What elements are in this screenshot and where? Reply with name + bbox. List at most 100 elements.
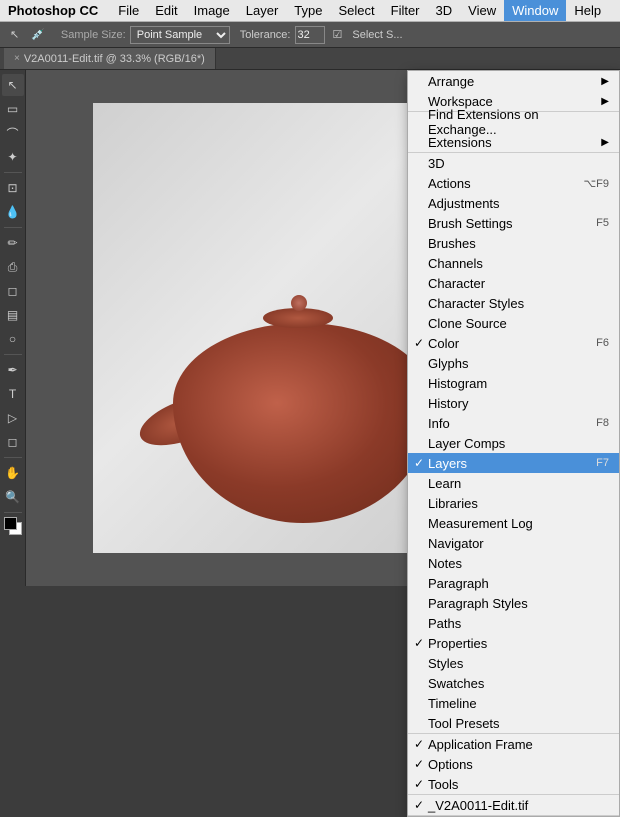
menu-item-libraries[interactable]: Libraries xyxy=(408,493,619,513)
menu-item-layer-comps[interactable]: Layer Comps xyxy=(408,433,619,453)
menu-item-tools[interactable]: ✓ Tools xyxy=(408,774,619,794)
tool-gradient[interactable]: ▤ xyxy=(2,304,24,326)
menu-section-5: ✓ _V2A0011-Edit.tif xyxy=(408,795,619,816)
toolbar-eyedropper[interactable]: 💉 xyxy=(27,26,49,43)
measurement-log-label: Measurement Log xyxy=(428,516,533,531)
menu-filter[interactable]: Filter xyxy=(383,0,428,21)
menu-item-brush-settings[interactable]: Brush Settings F5 xyxy=(408,213,619,233)
tool-shape[interactable]: ◻ xyxy=(2,431,24,453)
glyphs-label: Glyphs xyxy=(428,356,468,371)
document-tab[interactable]: × V2A0011-Edit.tif @ 33.3% (RGB/16*) xyxy=(4,48,216,69)
menu-view[interactable]: View xyxy=(460,0,504,21)
paragraph-label: Paragraph xyxy=(428,576,489,591)
active-file-check-icon: ✓ xyxy=(414,798,424,812)
workspace-arrow-icon: ▶ xyxy=(601,96,609,107)
tool-divider-1 xyxy=(4,172,22,173)
menu-item-clone-source[interactable]: Clone Source xyxy=(408,313,619,333)
navigator-label: Navigator xyxy=(428,536,484,551)
menu-item-actions[interactable]: Actions ⌥F9 xyxy=(408,173,619,193)
tool-type[interactable]: T xyxy=(2,383,24,405)
menu-item-styles[interactable]: Styles xyxy=(408,653,619,673)
anti-alias-checkbox[interactable]: ☑ xyxy=(333,28,343,41)
tools-check-icon: ✓ xyxy=(414,777,424,791)
tool-selection[interactable]: ▭ xyxy=(2,98,24,120)
menu-item-active-file[interactable]: ✓ _V2A0011-Edit.tif xyxy=(408,795,619,815)
menu-item-character[interactable]: Character xyxy=(408,273,619,293)
menu-item-navigator[interactable]: Navigator xyxy=(408,533,619,553)
menu-item-tool-presets[interactable]: Tool Presets xyxy=(408,713,619,733)
history-label: History xyxy=(428,396,468,411)
tool-magic-wand[interactable]: ✦ xyxy=(2,146,24,168)
menu-section-4: ✓ Application Frame ✓ Options ✓ Tools xyxy=(408,734,619,795)
foreground-color-swatch[interactable] xyxy=(4,517,17,530)
tool-lasso[interactable]: ⌒ xyxy=(2,122,24,144)
tool-clone[interactable]: ⎙ xyxy=(2,256,24,278)
menu-item-histogram[interactable]: Histogram xyxy=(408,373,619,393)
menu-item-paths[interactable]: Paths xyxy=(408,613,619,633)
menu-item-glyphs[interactable]: Glyphs xyxy=(408,353,619,373)
menu-item-options[interactable]: ✓ Options xyxy=(408,754,619,774)
menu-layer[interactable]: Layer xyxy=(238,0,287,21)
extensions-label: Extensions xyxy=(428,135,492,150)
menu-item-measurement-log[interactable]: Measurement Log xyxy=(408,513,619,533)
tool-dodge[interactable]: ○ xyxy=(2,328,24,350)
properties-label: Properties xyxy=(428,636,487,651)
teapot-knob xyxy=(291,295,307,311)
menu-file[interactable]: File xyxy=(110,0,147,21)
menu-item-learn[interactable]: Learn xyxy=(408,473,619,493)
menu-item-paragraph-styles[interactable]: Paragraph Styles xyxy=(408,593,619,613)
menu-help[interactable]: Help xyxy=(566,0,609,21)
tool-crop[interactable]: ⊡ xyxy=(2,177,24,199)
menu-image[interactable]: Image xyxy=(186,0,238,21)
menu-3d[interactable]: 3D xyxy=(428,0,461,21)
histogram-label: Histogram xyxy=(428,376,487,391)
toolbar-move-tool[interactable]: ↖ xyxy=(6,26,23,43)
menu-item-character-styles[interactable]: Character Styles xyxy=(408,293,619,313)
tool-eyedropper[interactable]: 💧 xyxy=(2,201,24,223)
teapot-body xyxy=(173,323,433,523)
color-check-icon: ✓ xyxy=(414,336,424,350)
menu-select[interactable]: Select xyxy=(330,0,382,21)
color-shortcut: F6 xyxy=(596,337,609,349)
menu-item-properties[interactable]: ✓ Properties xyxy=(408,633,619,653)
menu-item-layers[interactable]: ✓ Layers F7 xyxy=(408,453,619,473)
menu-item-info[interactable]: Info F8 xyxy=(408,413,619,433)
tool-eraser[interactable]: ◻ xyxy=(2,280,24,302)
menu-item-adjustments[interactable]: Adjustments xyxy=(408,193,619,213)
menu-item-color[interactable]: ✓ Color F6 xyxy=(408,333,619,353)
select-subject-btn: Select S... xyxy=(352,29,402,41)
tool-zoom[interactable]: 🔍 xyxy=(2,486,24,508)
menu-item-brushes[interactable]: Brushes xyxy=(408,233,619,253)
color-swatch[interactable] xyxy=(4,517,22,535)
menu-item-3d[interactable]: 3D xyxy=(408,153,619,173)
menu-item-paragraph[interactable]: Paragraph xyxy=(408,573,619,593)
libraries-label: Libraries xyxy=(428,496,478,511)
menu-item-history[interactable]: History xyxy=(408,393,619,413)
menu-item-timeline[interactable]: Timeline xyxy=(408,693,619,713)
document-tab-close[interactable]: × xyxy=(14,53,20,64)
options-label: Options xyxy=(428,757,473,772)
menu-window[interactable]: Window xyxy=(504,0,566,21)
tool-brush[interactable]: ✏ xyxy=(2,232,24,254)
teapot-lid xyxy=(263,308,333,328)
tool-hand[interactable]: ✋ xyxy=(2,462,24,484)
color-label: Color xyxy=(428,336,459,351)
menu-item-arrange[interactable]: Arrange ▶ xyxy=(408,71,619,91)
menu-item-application-frame[interactable]: ✓ Application Frame xyxy=(408,734,619,754)
main-area: ↖ ▭ ⌒ ✦ ⊡ 💧 ✏ ⎙ ◻ ▤ ○ ✒ T ▷ ◻ ✋ 🔍 xyxy=(0,70,620,586)
character-label: Character xyxy=(428,276,485,291)
menu-item-extensions[interactable]: Extensions ▶ xyxy=(408,132,619,152)
tool-move[interactable]: ↖ xyxy=(2,74,24,96)
menu-item-swatches[interactable]: Swatches xyxy=(408,673,619,693)
sample-size-select[interactable]: Point Sample 3 by 3 Average 5 by 5 Avera… xyxy=(130,26,230,44)
menu-item-notes[interactable]: Notes xyxy=(408,553,619,573)
tool-pen[interactable]: ✒ xyxy=(2,359,24,381)
menu-edit[interactable]: Edit xyxy=(147,0,185,21)
menu-item-channels[interactable]: Channels xyxy=(408,253,619,273)
tolerance-input[interactable] xyxy=(295,26,325,44)
styles-label: Styles xyxy=(428,656,463,671)
menu-type[interactable]: Type xyxy=(286,0,330,21)
tool-path[interactable]: ▷ xyxy=(2,407,24,429)
menu-item-find-extensions[interactable]: Find Extensions on Exchange... xyxy=(408,112,619,132)
tool-divider-4 xyxy=(4,457,22,458)
